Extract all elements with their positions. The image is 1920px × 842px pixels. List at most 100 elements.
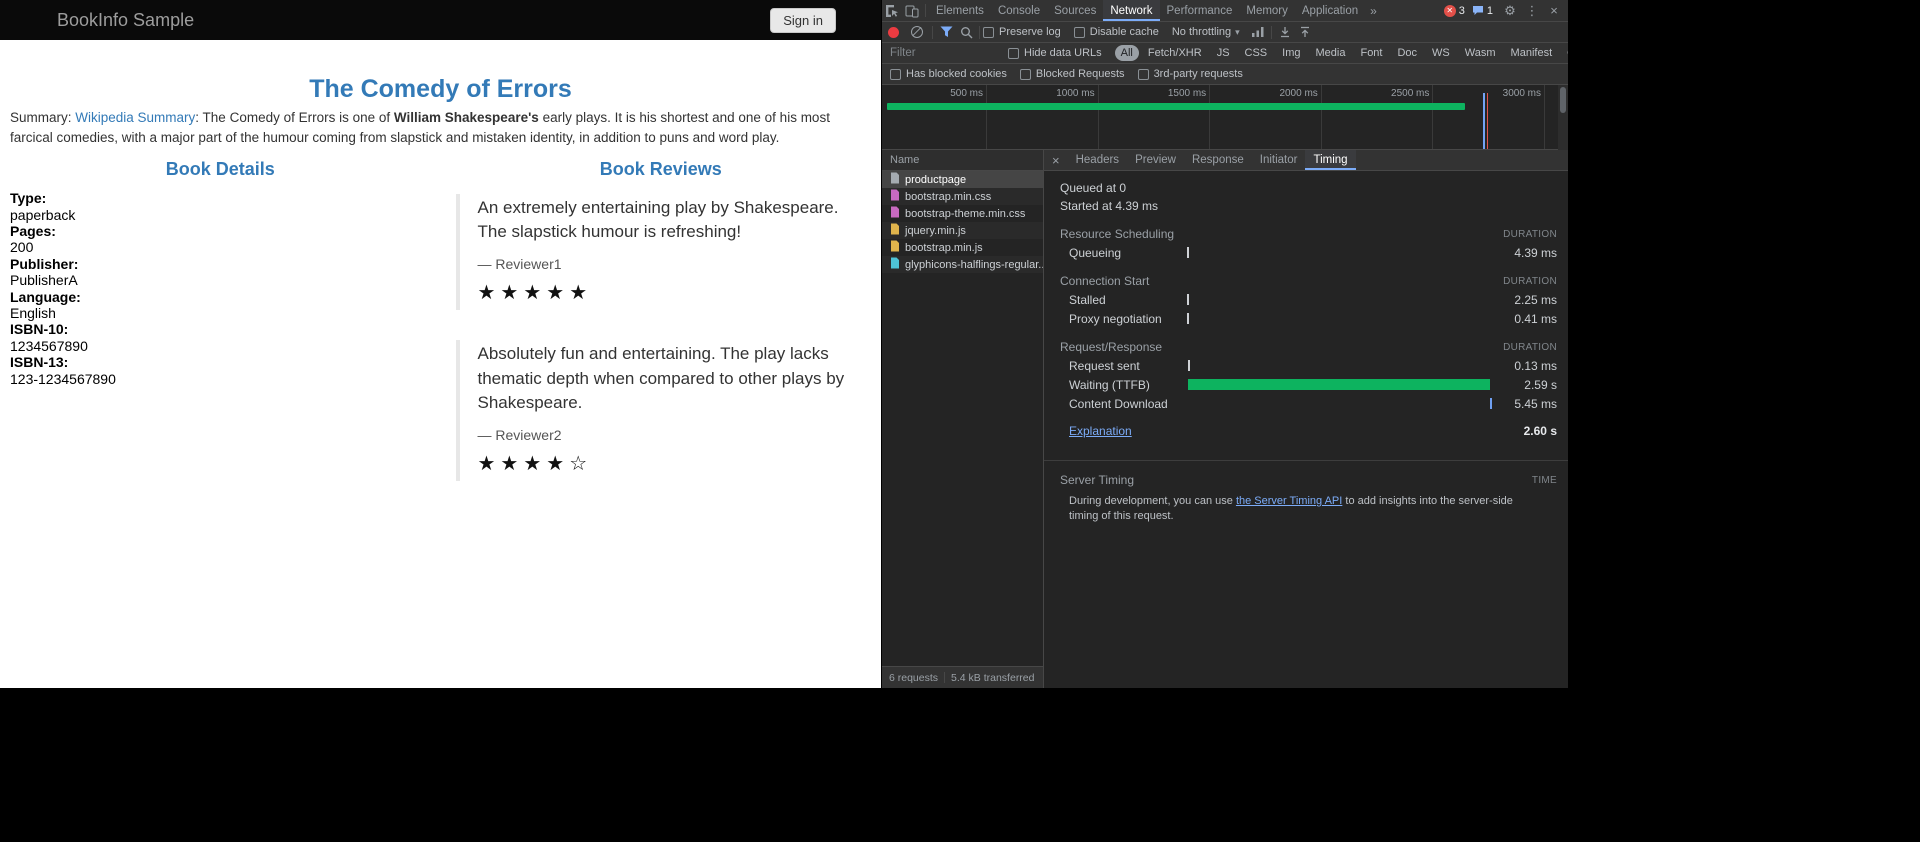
filter-chip-img[interactable]: Img [1276, 45, 1306, 61]
explanation-link[interactable]: Explanation [1069, 424, 1132, 438]
filter-chip-all[interactable]: All [1115, 45, 1139, 61]
load-event-line [1487, 93, 1488, 149]
3rd-party-requests-label: 3rd-party requests [1154, 68, 1243, 80]
network-filter-bar: Hide data URLs AllFetch/XHRJSCSSImgMedia… [882, 43, 1568, 64]
content-columns: Book Details Type:paperbackPages:200Publ… [0, 147, 881, 481]
clear-icon[interactable] [911, 26, 923, 38]
checkbox-box [1138, 69, 1149, 80]
detail-tab-response[interactable]: Response [1184, 150, 1252, 170]
inspect-icon[interactable] [882, 3, 902, 19]
detail-value: English [10, 305, 441, 321]
request-name: jquery.min.js [905, 225, 966, 237]
queued-at: Queued at 0 [1060, 179, 1557, 197]
scrollbar-thumb[interactable] [1560, 87, 1566, 113]
timing-section-header: Resource SchedulingDURATION [1060, 225, 1557, 243]
search-icon[interactable] [956, 24, 976, 40]
throttling-value: No throttling [1172, 26, 1231, 38]
filter-chip-wasm[interactable]: Wasm [1459, 45, 1502, 61]
network-summary-bar: 6 requests 5.4 kB transferred [882, 666, 1043, 688]
timing-row-track [1187, 379, 1503, 390]
server-timing-text: During development, you can use the Serv… [1069, 494, 1539, 525]
tab-console[interactable]: Console [991, 0, 1047, 21]
settings-gear-icon[interactable]: ⚙ [1500, 3, 1520, 19]
more-tabs-icon[interactable]: » [1365, 4, 1382, 18]
tab-network[interactable]: Network [1103, 0, 1159, 21]
menu-kebab-icon[interactable]: ⋮ [1522, 3, 1542, 19]
tab-memory[interactable]: Memory [1239, 0, 1295, 21]
issues-bubble-icon [1472, 5, 1484, 16]
detail-value: paperback [10, 207, 441, 223]
table-row-bootstrap-min-js[interactable]: bootstrap.min.js [882, 239, 1043, 256]
preserve-log-checkbox[interactable]: Preserve log [983, 26, 1061, 38]
import-har-icon[interactable] [1275, 24, 1295, 40]
device-toolbar-icon[interactable] [902, 3, 922, 19]
error-count-badge[interactable]: ✕3 [1444, 5, 1465, 17]
3rd-party-requests-checkbox[interactable]: 3rd-party requests [1138, 68, 1243, 80]
export-har-icon[interactable] [1295, 24, 1315, 40]
book-title: The Comedy of Errors [0, 74, 881, 104]
detail-tab-timing[interactable]: Timing [1305, 150, 1355, 170]
timeline-gridline [1209, 85, 1210, 149]
table-row-glyphicons-halflings-regular[interactable]: glyphicons-halflings-regular.... [882, 256, 1043, 273]
disable-cache-checkbox[interactable]: Disable cache [1074, 26, 1159, 38]
detail-tab-preview[interactable]: Preview [1127, 150, 1184, 170]
overview-scrollbar[interactable] [1558, 85, 1568, 150]
tab-application[interactable]: Application [1295, 0, 1365, 21]
detail-tabs: HeadersPreviewResponseInitiatorTiming [1068, 150, 1356, 170]
blocked-requests-checkbox[interactable]: Blocked Requests [1020, 68, 1125, 80]
record-button[interactable] [888, 27, 899, 38]
detail-tab-initiator[interactable]: Initiator [1252, 150, 1306, 170]
filter-chip-manifest[interactable]: Manifest [1505, 45, 1559, 61]
table-row-bootstrap-theme-min-css[interactable]: bootstrap-theme.min.css [882, 205, 1043, 222]
timeline-label: 3000 ms [1467, 88, 1541, 99]
throttling-dropdown[interactable]: No throttling▾ [1172, 26, 1240, 38]
timing-row-track [1187, 247, 1503, 258]
table-row-bootstrap-min-css[interactable]: bootstrap.min.css [882, 188, 1043, 205]
filter-chip-font[interactable]: Font [1354, 45, 1388, 61]
book-details-heading: Book Details [0, 159, 441, 180]
filter-input[interactable] [890, 47, 1000, 59]
has-blocked-cookies-checkbox[interactable]: Has blocked cookies [890, 68, 1007, 80]
filter-chip-fetch-xhr[interactable]: Fetch/XHR [1142, 45, 1208, 61]
timing-row-request-sent: Request sent0.13 ms [1060, 356, 1557, 375]
filter-chip-other[interactable]: Other [1561, 45, 1568, 61]
timing-row-label: Request sent [1060, 359, 1187, 373]
timing-section-title: Request/Response [1060, 340, 1162, 354]
filter-chip-doc[interactable]: Doc [1391, 45, 1423, 61]
tab-sources[interactable]: Sources [1047, 0, 1103, 21]
toolbar-right: ✕3 1 ⚙ ⋮ × [1444, 3, 1568, 19]
started-at: Started at 4.39 ms [1060, 197, 1557, 215]
filter-chip-css[interactable]: CSS [1239, 45, 1274, 61]
tab-elements[interactable]: Elements [929, 0, 991, 21]
table-row-jquery-min-js[interactable]: jquery.min.js [882, 222, 1043, 239]
timing-row-value: 5.45 ms [1509, 397, 1557, 411]
filter-chip-js[interactable]: JS [1211, 45, 1236, 61]
sign-in-button[interactable]: Sign in [770, 8, 836, 33]
waterfall-tick [1187, 313, 1189, 324]
close-detail-icon[interactable]: × [1044, 153, 1068, 168]
table-row-productpage[interactable]: productpage [882, 171, 1043, 188]
waterfall-tick [1490, 398, 1492, 409]
server-timing-api-link[interactable]: the Server Timing API [1236, 495, 1342, 507]
request-type-chips: AllFetch/XHRJSCSSImgMediaFontDocWSWasmMa… [1115, 45, 1568, 61]
tab-performance[interactable]: Performance [1160, 0, 1240, 21]
summary-label: Summary: [10, 110, 75, 125]
filter-funnel-icon[interactable] [936, 24, 956, 40]
timing-row-label: Proxy negotiation [1060, 312, 1187, 326]
domcontentloaded-line [1483, 93, 1485, 149]
transferred-size: 5.4 kB transferred [951, 672, 1034, 684]
book-reviews-heading: Book Reviews [441, 159, 882, 180]
detail-label: Pages: [10, 223, 441, 239]
detail-tab-headers[interactable]: Headers [1068, 150, 1127, 170]
filter-chip-ws[interactable]: WS [1426, 45, 1456, 61]
detail-label: Language: [10, 289, 441, 305]
issues-badge[interactable]: 1 [1472, 5, 1493, 17]
hide-data-urls-checkbox[interactable]: Hide data URLs [1008, 47, 1102, 59]
filter-chip-media[interactable]: Media [1310, 45, 1352, 61]
wikipedia-summary-link[interactable]: Wikipedia Summary [75, 110, 195, 125]
network-conditions-icon[interactable] [1248, 24, 1268, 40]
name-column-header[interactable]: Name [882, 150, 1043, 171]
timeline-gridline [1321, 85, 1322, 149]
close-devtools-icon[interactable]: × [1544, 3, 1564, 19]
js-file-icon [890, 240, 905, 255]
